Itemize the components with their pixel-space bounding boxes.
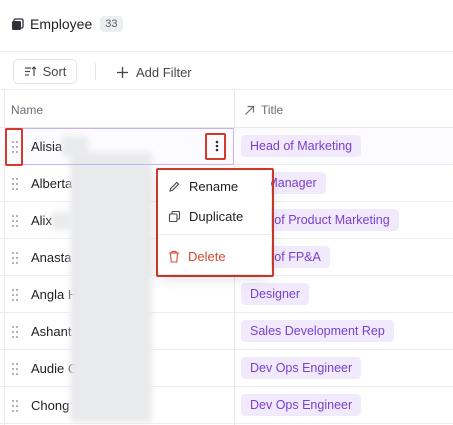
table-row[interactable]: Audie C Dev Ops Engineer xyxy=(0,350,453,387)
drag-handle-icon[interactable] xyxy=(10,177,20,191)
arrow-up-right-icon xyxy=(245,105,255,115)
delete-menu-item[interactable]: Delete xyxy=(168,249,226,264)
table-row[interactable]: Angla H Designer xyxy=(0,276,453,313)
title-tag[interactable]: Head of Marketing xyxy=(241,135,362,157)
drag-handle-icon[interactable] xyxy=(10,288,20,302)
table-title: Employee xyxy=(30,16,93,32)
employee-name[interactable]: Ashant xyxy=(31,324,71,339)
employee-name[interactable]: Alberta xyxy=(31,176,72,191)
sort-icon xyxy=(24,66,37,76)
employee-name[interactable]: Chong xyxy=(31,398,69,413)
duplicate-icon xyxy=(168,210,181,223)
toolbar-divider xyxy=(95,63,96,80)
database-icon xyxy=(12,17,24,30)
employee-name[interactable]: Alix xyxy=(31,213,52,228)
more-vertical-icon xyxy=(215,140,218,152)
record-count-badge: 33 xyxy=(100,16,123,32)
delete-label: Delete xyxy=(188,249,226,264)
drag-handle-icon[interactable] xyxy=(10,214,20,228)
title-tag[interactable]: Designer xyxy=(241,283,310,305)
toolbar: Sort Add Filter xyxy=(0,52,453,90)
redaction-blur xyxy=(70,152,152,422)
add-filter-label: Add Filter xyxy=(136,64,192,80)
drag-handle-icon[interactable] xyxy=(10,325,20,339)
sort-label: Sort xyxy=(42,64,67,79)
title-tag[interactable]: Dev Ops Engineer xyxy=(241,394,362,416)
redaction-blur xyxy=(52,212,72,230)
table-header: Name Title xyxy=(0,90,453,128)
pencil-icon xyxy=(169,181,180,192)
menu-divider xyxy=(158,234,271,235)
column-header-title[interactable]: Title xyxy=(244,103,283,117)
table-row[interactable]: Ashant Sales Development Rep xyxy=(0,313,453,350)
employee-name[interactable]: Anasta xyxy=(31,250,71,265)
plus-icon xyxy=(117,66,128,78)
row-more-options-button[interactable] xyxy=(208,135,225,157)
column-header-name[interactable]: Name xyxy=(11,103,43,117)
row-context-menu: Rename Duplicate Delete xyxy=(158,171,271,274)
drag-handle-icon[interactable] xyxy=(10,140,20,154)
table-row[interactable]: Chong Dev Ops Engineer xyxy=(0,387,453,424)
table-name-tag[interactable]: Employee 33 xyxy=(11,16,123,32)
add-filter-button[interactable]: Add Filter xyxy=(116,61,192,83)
drag-handle-icon[interactable] xyxy=(10,362,20,376)
duplicate-label: Duplicate xyxy=(189,209,244,224)
title-tag[interactable]: Dev Ops Engineer xyxy=(241,357,362,379)
title-tag[interactable]: Sales Development Rep xyxy=(241,320,394,342)
rename-label: Rename xyxy=(189,179,239,194)
duplicate-menu-item[interactable]: Duplicate xyxy=(168,209,243,224)
drag-handle-icon[interactable] xyxy=(10,399,20,413)
drag-handle-icon[interactable] xyxy=(10,251,20,265)
sort-button[interactable]: Sort xyxy=(13,59,77,84)
employee-name[interactable]: Alisia xyxy=(31,139,62,154)
trash-icon xyxy=(169,250,179,263)
page-header: Employee 33 xyxy=(0,0,453,52)
rename-menu-item[interactable]: Rename xyxy=(168,179,238,194)
column-header-title-label: Title xyxy=(261,103,284,117)
